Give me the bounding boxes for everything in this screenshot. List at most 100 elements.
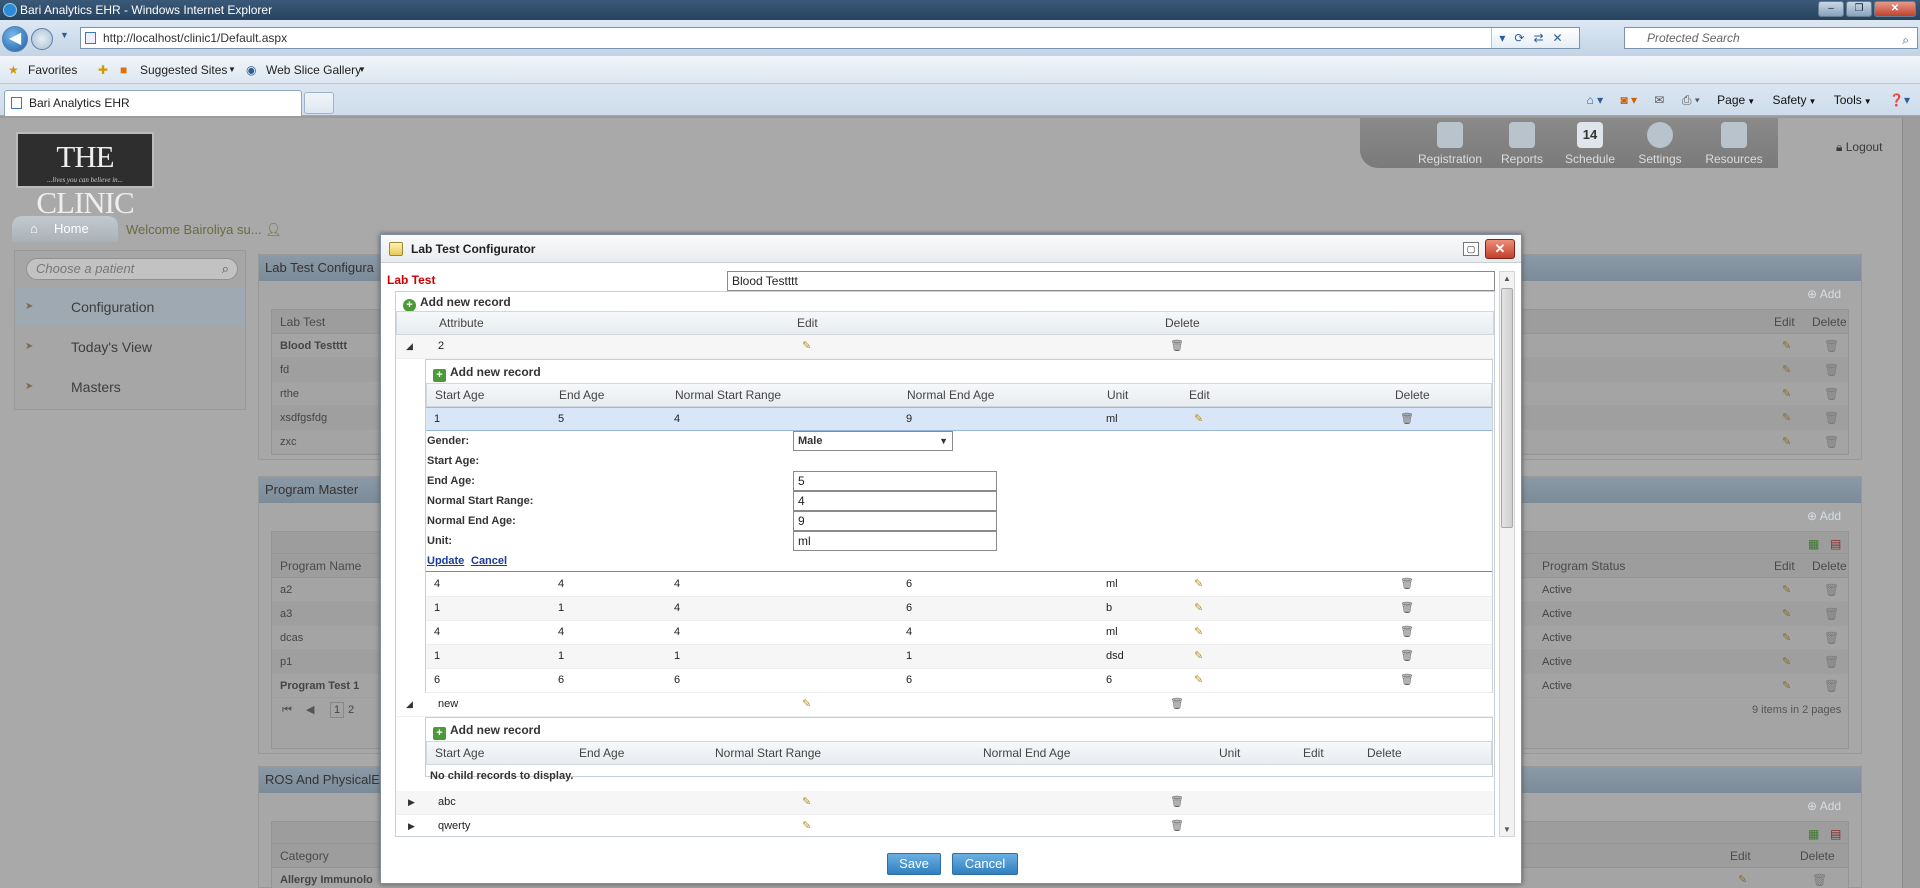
nav-settings[interactable]: Settings [1630, 122, 1690, 166]
pencil-icon[interactable]: ✎ [1782, 626, 1791, 650]
expand-icon[interactable]: ▶ [408, 815, 415, 837]
nav-schedule[interactable]: 14 Schedule [1560, 122, 1620, 166]
trash-icon[interactable]: 🗑︎ [1170, 791, 1184, 813]
page-scrollbar[interactable] [1902, 118, 1920, 888]
normal-end-age-field[interactable]: 9 [793, 511, 997, 531]
trash-icon[interactable]: 🗑︎ [1824, 406, 1839, 430]
scroll-thumb[interactable] [1501, 288, 1513, 528]
trash-icon[interactable]: 🗑︎ [1824, 430, 1839, 454]
add-ros-button[interactable]: ⊕ Add [1807, 799, 1841, 813]
page-number[interactable]: 1 [330, 702, 345, 718]
pencil-icon[interactable]: ✎ [802, 791, 811, 813]
trash-icon[interactable]: 🗑︎ [1824, 358, 1839, 382]
back-button[interactable]: ◀ [2, 26, 28, 52]
attribute-row[interactable]: ◢ 2 ✎ 🗑︎ [396, 335, 1494, 359]
trash-icon[interactable]: 🗑︎ [1824, 578, 1839, 602]
pencil-icon[interactable]: ✎ [1782, 602, 1791, 626]
trash-icon[interactable]: 🗑︎ [1824, 626, 1839, 650]
browser-tab[interactable]: Bari Analytics EHR [4, 90, 302, 116]
forward-button[interactable] [31, 28, 53, 50]
add-lab-test-button[interactable]: ⊕ Add [1807, 287, 1841, 301]
help-icon[interactable]: ❓▾ [1889, 93, 1910, 107]
page-menu[interactable]: Page [1717, 93, 1745, 107]
home-tab[interactable]: ⌂ Home [12, 216, 118, 242]
search-icon[interactable]: ⌕ [1902, 30, 1909, 50]
add-attribute-button[interactable]: + Add new record [403, 295, 511, 312]
pencil-icon[interactable]: ✎ [1194, 597, 1203, 619]
unit-field[interactable]: ml [793, 531, 997, 551]
pencil-icon[interactable]: ✎ [802, 693, 811, 715]
home-icon[interactable]: ⌂ ▾ [1587, 93, 1604, 107]
cancel-button[interactable]: Cancel [952, 853, 1018, 875]
end-age-field[interactable]: 5 [793, 471, 997, 491]
expand-icon[interactable]: ▶ [408, 791, 415, 813]
pencil-icon[interactable]: ✎ [1782, 430, 1791, 454]
pencil-icon[interactable]: ✎ [1782, 358, 1791, 382]
pencil-icon[interactable]: ✎ [1782, 650, 1791, 674]
export-excel-icon[interactable]: ▦ [1808, 822, 1819, 846]
print-icon[interactable]: ⎙ ▾ [1682, 93, 1700, 107]
cancel-edit-link[interactable]: Cancel [471, 555, 507, 567]
close-dialog-button[interactable]: ✕ [1485, 239, 1515, 259]
column-header[interactable]: Category [280, 844, 329, 868]
nav-resources[interactable]: Resources [1698, 122, 1770, 166]
lab-test-input[interactable]: Blood Testttt [727, 271, 1495, 291]
attribute-row[interactable]: ◢ new ✎ 🗑︎ [396, 693, 1494, 717]
pencil-icon[interactable]: ✎ [1738, 868, 1747, 888]
maximize-button[interactable]: ❐ [1846, 1, 1872, 17]
add-range-button[interactable]: + Add new record [433, 723, 541, 740]
web-slice-gallery-link[interactable]: Web Slice Gallery [266, 56, 361, 84]
minimize-button[interactable]: – [1818, 1, 1844, 17]
pencil-icon[interactable]: ✎ [1782, 674, 1791, 698]
search-icon[interactable]: ⌕ [222, 259, 229, 279]
first-page-icon[interactable]: ⏮ [282, 698, 292, 722]
search-input[interactable]: Protected Search ⌕ [1624, 27, 1918, 49]
pencil-icon[interactable]: ✎ [1194, 408, 1203, 430]
export-pdf-icon[interactable]: ▤ [1830, 532, 1841, 556]
tools-menu[interactable]: Tools [1834, 93, 1862, 107]
trash-icon[interactable]: 🗑︎ [1400, 645, 1414, 667]
trash-icon[interactable]: 🗑︎ [1400, 573, 1414, 595]
column-header[interactable]: Lab Test [280, 310, 325, 334]
pencil-icon[interactable]: ✎ [1194, 573, 1203, 595]
nav-registration[interactable]: Registration [1410, 122, 1490, 166]
scroll-up-icon[interactable]: ▲ [1500, 274, 1514, 283]
column-header[interactable]: Program Name [280, 554, 361, 578]
pencil-icon[interactable]: ✎ [802, 335, 811, 357]
trash-icon[interactable]: 🗑︎ [1400, 597, 1414, 619]
attribute-row[interactable]: ▶ abc ✎ 🗑︎ [396, 791, 1494, 815]
trash-icon[interactable]: 🗑︎ [1170, 693, 1184, 715]
trash-icon[interactable]: 🗑︎ [1400, 621, 1414, 643]
pencil-icon[interactable]: ✎ [802, 815, 811, 837]
collapse-icon[interactable]: ◢ [406, 335, 413, 357]
trash-icon[interactable]: 🗑︎ [1400, 669, 1414, 691]
chevron-down-icon[interactable]: ▼ [228, 56, 236, 84]
history-dropdown-icon[interactable]: ▼ [60, 30, 69, 40]
child-row[interactable]: 1 1 4 6 b ✎ 🗑︎ [426, 597, 1492, 621]
trash-icon[interactable]: 🗑︎ [1824, 674, 1839, 698]
child-row-selected[interactable]: 1 5 4 9 ml ✎ 🗑︎ [426, 407, 1492, 431]
left-nav-configuration[interactable]: ➤ Configuration [15, 288, 245, 326]
patient-search-input[interactable]: Choose a patient ⌕ [26, 258, 238, 280]
add-favorite-icon[interactable]: ✚ [98, 56, 108, 84]
save-button[interactable]: Save [887, 853, 941, 875]
trash-icon[interactable]: 🗑︎ [1170, 335, 1184, 357]
dialog-scrollbar[interactable]: ▲ ▼ [1499, 271, 1515, 837]
trash-icon[interactable]: 🗑︎ [1824, 602, 1839, 626]
collapse-icon[interactable]: ◢ [406, 693, 413, 715]
pencil-icon[interactable]: ✎ [1782, 334, 1791, 358]
trash-icon[interactable]: 🗑︎ [1170, 815, 1184, 837]
pencil-icon[interactable]: ✎ [1782, 382, 1791, 406]
pencil-icon[interactable]: ✎ [1194, 669, 1203, 691]
new-tab-button[interactable] [304, 92, 334, 114]
normal-start-range-field[interactable]: 4 [793, 491, 997, 511]
attribute-row[interactable]: ▶ qwerty ✎ 🗑︎ [396, 815, 1494, 837]
maximize-dialog-button[interactable]: ▢ [1463, 242, 1479, 256]
child-row[interactable]: 4 4 4 4 ml ✎ 🗑︎ [426, 621, 1492, 645]
trash-icon[interactable]: 🗑︎ [1824, 334, 1839, 358]
feeds-icon[interactable]: ◙ ▾ [1620, 93, 1637, 107]
left-nav-todays-view[interactable]: ➤ Today's View [15, 328, 245, 366]
export-excel-icon[interactable]: ▦ [1808, 532, 1819, 556]
trash-icon[interactable]: 🗑︎ [1824, 382, 1839, 406]
favorites-button[interactable]: Favorites [28, 56, 77, 84]
